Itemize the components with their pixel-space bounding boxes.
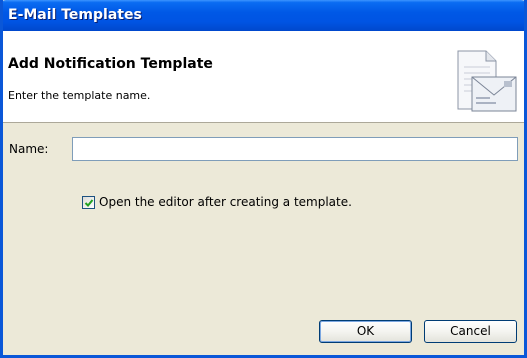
name-input[interactable] xyxy=(72,137,518,161)
name-label: Name: xyxy=(9,142,49,156)
dialog-window: E-Mail Templates Add Notification Templa… xyxy=(0,0,527,358)
open-editor-checkbox[interactable] xyxy=(82,195,95,209)
email-template-icon xyxy=(452,47,520,121)
checkmark-icon xyxy=(84,198,94,207)
open-editor-option[interactable]: Open the editor after creating a templat… xyxy=(82,194,352,210)
window-title: E-Mail Templates xyxy=(8,7,142,23)
open-editor-label: Open the editor after creating a templat… xyxy=(99,195,352,209)
page-title: Add Notification Template xyxy=(8,56,213,72)
page-subtitle: Enter the template name. xyxy=(8,89,151,102)
header-top-spacer xyxy=(3,31,524,45)
ok-button[interactable]: OK xyxy=(319,320,412,343)
wizard-header: Add Notification Template Enter the temp… xyxy=(3,45,524,123)
cancel-button[interactable]: Cancel xyxy=(424,320,517,343)
title-bar[interactable]: E-Mail Templates xyxy=(3,0,524,31)
